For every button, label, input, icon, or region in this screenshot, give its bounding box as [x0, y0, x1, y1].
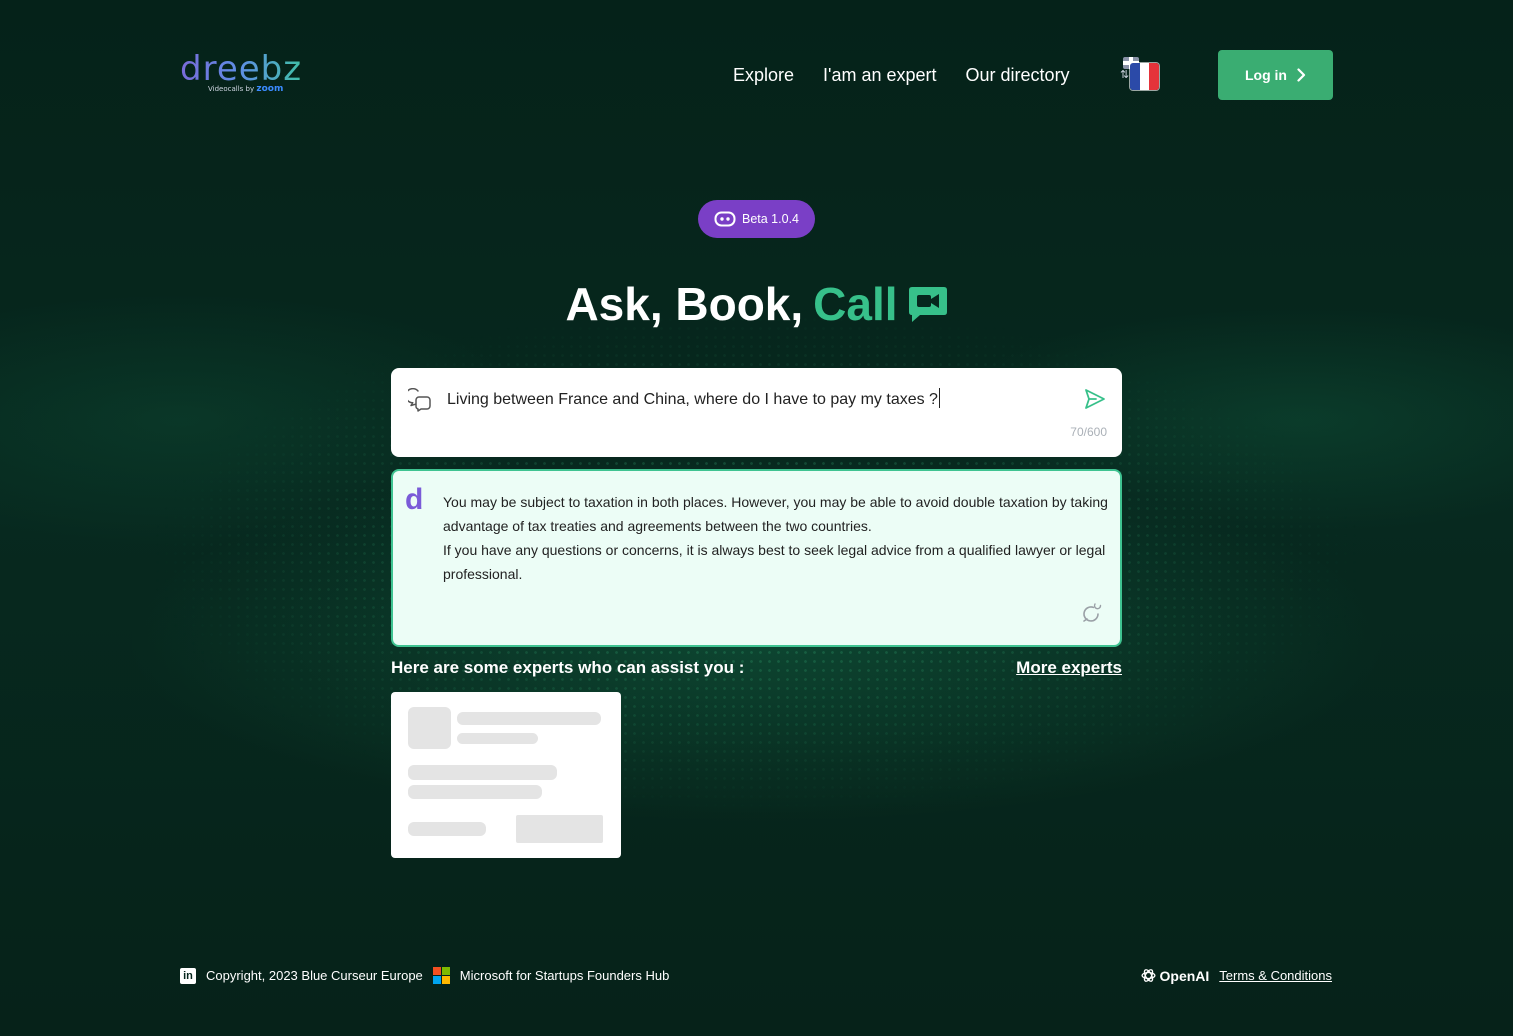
experts-header: Here are some experts who can assist you… [391, 658, 1122, 678]
more-experts-link[interactable]: More experts [1016, 658, 1122, 678]
title-main: Ask, Book, [565, 278, 804, 330]
chevron-right-icon [1297, 68, 1306, 82]
skeleton-line [408, 822, 486, 836]
character-counter: 70/600 [1070, 425, 1107, 439]
answer-text: You may be subject to taxation in both p… [443, 490, 1111, 586]
chat-bubbles-icon [408, 388, 431, 412]
skeleton-avatar [408, 707, 451, 749]
main-nav: Explore I'am an expert Our directory [733, 62, 1070, 88]
skeleton-line [408, 765, 557, 780]
login-label: Log in [1245, 67, 1287, 83]
language-switcher[interactable]: ⇅ [1120, 57, 1160, 93]
login-button[interactable]: Log in [1218, 50, 1333, 100]
swap-icon: ⇅ [1120, 68, 1130, 81]
answer-paragraph: You may be subject to taxation in both p… [443, 494, 1108, 534]
nav-expert[interactable]: I'am an expert [823, 62, 937, 88]
title-accent: Call [813, 278, 898, 330]
skeleton-line [457, 712, 601, 725]
expert-card-skeleton[interactable] [391, 692, 621, 858]
microsoft-icon [432, 967, 450, 984]
openai-icon [1140, 969, 1156, 982]
experts-heading: Here are some experts who can assist you… [391, 658, 745, 677]
text-caret [938, 388, 940, 408]
skeleton-line [408, 785, 542, 799]
robot-icon [714, 211, 736, 227]
beta-label: Beta 1.0.4 [742, 212, 799, 226]
query-text: Living between France and China, where d… [447, 391, 938, 408]
regenerate-icon[interactable] [1081, 602, 1103, 624]
skeleton-button [516, 815, 603, 843]
nav-directory[interactable]: Our directory [966, 62, 1070, 88]
beta-badge: Beta 1.0.4 [698, 200, 815, 238]
video-chat-icon [908, 287, 947, 322]
answer-card: d You may be subject to taxation in both… [391, 469, 1122, 647]
page-title: Ask, Book, Call [0, 275, 1513, 333]
openai-label: OpenAI [1159, 967, 1210, 984]
send-icon[interactable] [1083, 387, 1107, 411]
microsoft-founders-text: Microsoft for Startups Founders Hub [459, 968, 670, 983]
skeleton-line [457, 733, 538, 744]
dreebz-d-icon: d [405, 483, 424, 516]
france-flag-icon [1130, 63, 1159, 90]
footer-right: OpenAI Terms & Conditions [1140, 967, 1332, 984]
answer-paragraph: If you have any questions or concerns, i… [443, 542, 1106, 582]
logo-wordmark: dreebz [180, 52, 310, 86]
copyright-text: Copyright, 2023 Blue Curseur Europe [206, 968, 423, 983]
search-input[interactable]: Living between France and China, where d… [447, 388, 940, 411]
footer-left: in Copyright, 2023 Blue Curseur Europe M… [180, 967, 669, 984]
logo[interactable]: dreebz Videocalls by zoom [180, 52, 310, 98]
linkedin-icon[interactable]: in [180, 967, 196, 984]
nav-explore[interactable]: Explore [733, 62, 794, 88]
openai-logo: OpenAI [1140, 967, 1210, 984]
terms-link[interactable]: Terms & Conditions [1219, 968, 1332, 983]
logo-tagline: Videocalls by [208, 85, 255, 93]
question-box[interactable]: Living between France and China, where d… [391, 368, 1122, 457]
zoom-logo: zoom [256, 84, 284, 94]
